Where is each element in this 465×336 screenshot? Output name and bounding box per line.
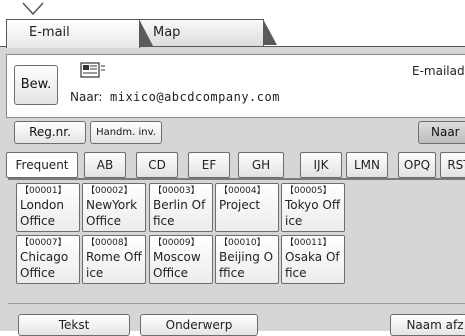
address-box <box>6 54 465 118</box>
contact-name: Osaka Office <box>285 250 340 280</box>
contact-name: Rome Office <box>86 250 142 280</box>
email-address-label: E-mailadc <box>412 64 465 78</box>
contact-button[interactable]: 【00008】 Rome Office <box>82 235 146 284</box>
contact-number: 【00010】 <box>219 238 266 248</box>
contact-name: London Office <box>20 198 64 228</box>
contact-button[interactable]: 【00001】 London Office <box>16 183 80 232</box>
sender-name-button[interactable]: Naam afz <box>390 314 465 336</box>
contact-number: 【00002】 <box>86 186 133 196</box>
contact-number: 【00005】 <box>285 186 332 196</box>
tab-frequent[interactable]: Frequent <box>6 152 78 178</box>
manual-input-button[interactable]: Handm. inv. <box>90 121 162 144</box>
tab-ef[interactable]: EF <box>188 152 230 178</box>
tab-indicator-icon <box>22 2 44 16</box>
contact-number: 【00007】 <box>20 238 67 248</box>
contact-name: Chicago Office <box>20 250 69 280</box>
contact-number: 【00009】 <box>153 238 200 248</box>
contact-name: NewYork Office <box>86 198 138 228</box>
registration-number-button[interactable]: Reg.nr. <box>14 121 86 144</box>
contact-name: Project <box>219 198 261 212</box>
subject-button[interactable]: Onderwerp <box>140 314 258 336</box>
tab-gh[interactable]: GH <box>238 152 284 178</box>
tab-divider <box>8 178 465 180</box>
tab-rst[interactable]: RST <box>440 152 465 178</box>
contact-name: Tokyo Office <box>285 198 341 228</box>
contact-button[interactable]: 【00003】 Berlin Office <box>149 183 213 232</box>
contact-number: 【00011】 <box>285 238 332 248</box>
contact-name: Berlin Office <box>153 198 206 228</box>
contact-name: Beijing Office <box>219 250 274 280</box>
to-button[interactable]: Naar <box>418 121 465 144</box>
contact-button[interactable]: 【00002】 NewYork Office <box>82 183 146 232</box>
tab-email[interactable]: E-mail <box>6 19 153 48</box>
contact-button[interactable]: 【00009】 Moscow Office <box>149 235 213 284</box>
to-label: Naar: <box>70 90 103 104</box>
tab-opq[interactable]: OPQ <box>398 152 436 178</box>
tab-ijk[interactable]: IJK <box>300 152 342 178</box>
contact-number: 【00001】 <box>20 186 67 196</box>
contact-button[interactable]: 【00007】 Chicago Office <box>16 235 80 284</box>
tab-strip: E-mail Map <box>0 0 465 48</box>
contact-name: Moscow Office <box>153 250 201 280</box>
edit-button[interactable]: Bew. <box>14 65 58 105</box>
contact-button[interactable]: 【00010】 Beijing Office <box>215 235 279 284</box>
tab-lmn[interactable]: LMN <box>346 152 388 178</box>
address-card-icon <box>80 62 105 78</box>
text-button[interactable]: Tekst <box>18 314 130 336</box>
contact-number: 【00004】 <box>219 186 266 196</box>
bottom-divider <box>8 303 465 304</box>
tab-cd[interactable]: CD <box>136 152 178 178</box>
contact-button[interactable]: 【00004】 Project <box>215 183 279 232</box>
contact-number: 【00008】 <box>86 238 133 248</box>
tab-ab[interactable]: AB <box>84 152 126 178</box>
to-address-value: mixico@abcdcompany.com <box>110 90 280 104</box>
contact-button[interactable]: 【00011】 Osaka Office <box>281 235 345 284</box>
contact-number: 【00003】 <box>153 186 200 196</box>
contact-button[interactable]: 【00005】 Tokyo Office <box>281 183 345 232</box>
